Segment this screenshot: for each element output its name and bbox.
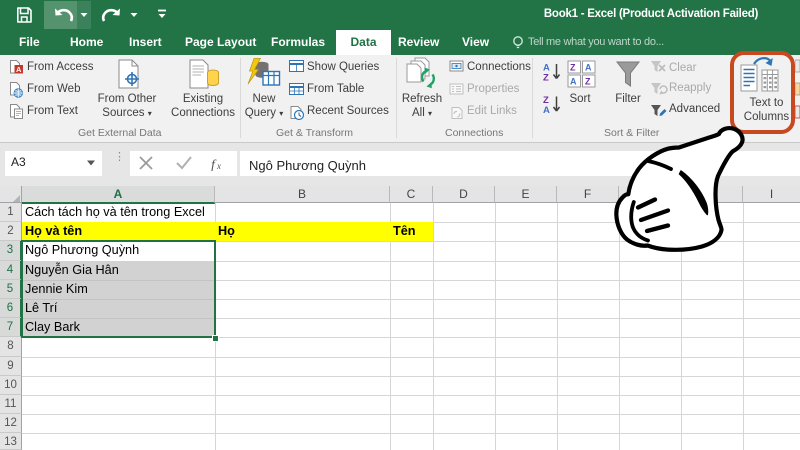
svg-text:Z: Z (543, 73, 549, 84)
svg-text:A: A (570, 77, 577, 87)
svg-text:A: A (585, 63, 592, 73)
svg-text:x: x (216, 161, 221, 171)
svg-text:A: A (543, 105, 550, 115)
svg-text:Z: Z (585, 77, 591, 87)
svg-text:A: A (16, 65, 22, 74)
svg-text:Z: Z (570, 63, 576, 73)
